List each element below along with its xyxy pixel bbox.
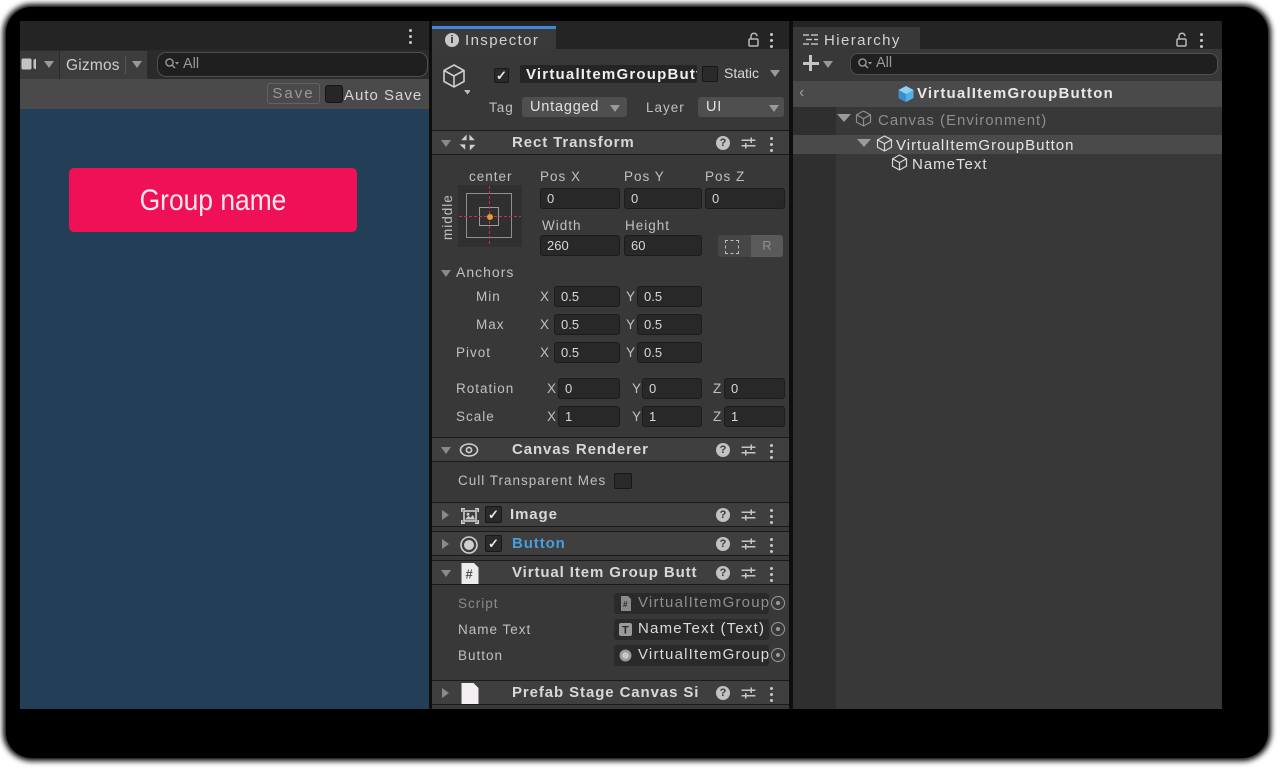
svg-text:#: #: [623, 600, 628, 609]
svg-text:#: #: [466, 567, 474, 582]
svg-text:T: T: [622, 625, 629, 637]
